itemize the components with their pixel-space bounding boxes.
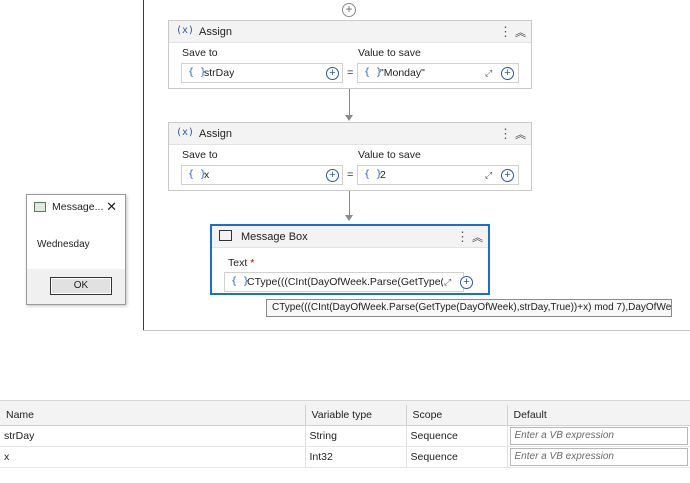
more-options-icon[interactable]: ⋮ [456,229,469,245]
dialog-title: Message... [52,201,104,213]
text-label: Text * [228,257,254,269]
expand-editor-icon[interactable]: ⤢ [485,68,492,79]
plus-circle-icon[interactable]: + [326,67,339,80]
default-expression-input[interactable]: Enter a VB expression [509,426,688,445]
variable-type-cell[interactable]: Int32 [305,446,407,468]
save-to-field[interactable]: { } strDay [181,63,343,83]
variable-type-cell[interactable]: String [305,425,407,447]
dialog-message: Wednesday [37,239,90,250]
activity-title: Assign [199,26,233,38]
default-expression-input[interactable]: Enter a VB expression [509,447,688,466]
connector-line [349,89,350,115]
variable-icon: (x) [176,127,195,138]
save-to-value: strDay [204,67,235,79]
more-options-icon[interactable]: ⋮ [499,24,512,40]
table-row[interactable]: strDay String Sequence Enter a VB expres… [0,425,690,447]
connector-line [349,191,350,215]
value-to-save-field[interactable]: { } "Monday" [357,63,519,83]
sequence-bottom-border [143,330,690,331]
expand-editor-icon[interactable]: ⤢ [485,170,492,181]
window-icon [34,202,46,212]
variable-scope-cell[interactable]: Sequence [406,425,508,447]
save-to-label: Save to [182,149,218,161]
assign-activity-header[interactable]: (x) Assign ⋮ ︽ [169,123,531,145]
ok-button[interactable]: OK [50,277,112,295]
dialog-body: Wednesday [27,219,125,269]
variables-table: Name Variable type Scope Default strDay … [0,405,690,468]
variable-default-cell[interactable]: Enter a VB expression [507,446,690,468]
value-to-save-value: 2 [380,169,386,181]
collapse-icon[interactable]: ︽ [515,126,526,142]
save-to-field[interactable]: { } x [181,165,343,185]
arrow-down-icon [345,115,353,121]
text-label-caption: Text [228,257,248,269]
variables-panel: Name Variable type Scope Default strDay … [0,400,690,483]
expression-tooltip: CType(((CInt(DayOfWeek.Parse(GetType(Day… [266,299,672,317]
variable-scope-cell[interactable]: Sequence [406,446,508,468]
activity-title: Assign [199,128,233,140]
message-box-activity[interactable]: Message Box ⋮ ︽ Text * { } CType(((CInt(… [210,224,490,295]
value-to-save-label: Value to save [358,149,421,161]
value-to-save-value: "Monday" [380,67,425,79]
message-box-icon [219,230,232,241]
value-to-save-field[interactable]: { } 2 [357,165,519,185]
expand-editor-icon[interactable]: ⤢ [444,277,451,288]
plus-circle-icon[interactable]: + [460,276,473,289]
column-header-type[interactable]: Variable type [305,405,407,426]
collapse-icon[interactable]: ︽ [515,24,526,40]
variable-icon: (x) [176,25,195,36]
collapse-icon[interactable]: ︽ [472,229,483,245]
variable-name-cell[interactable]: x [0,446,306,468]
workflow-canvas: + (x) Assign ⋮ ︽ Save to Value to save {… [0,0,690,400]
equals-sign: = [347,169,354,181]
text-field[interactable]: { } CType(((CInt(DayOfWeek.Parse(GetType… [224,272,464,292]
save-to-value: x [204,169,210,181]
table-header-row: Name Variable type Scope Default [0,405,690,426]
message-box-header[interactable]: Message Box ⋮ ︽ [212,226,488,248]
column-header-scope[interactable]: Scope [406,405,508,426]
value-to-save-label: Value to save [358,47,421,59]
table-row[interactable]: x Int32 Sequence Enter a VB expression [0,446,690,468]
plus-circle-icon[interactable]: + [501,67,514,80]
column-header-default[interactable]: Default [507,405,690,426]
plus-circle-icon[interactable]: + [342,3,356,17]
column-header-name[interactable]: Name [0,405,306,426]
assign-activity-header[interactable]: (x) Assign ⋮ ︽ [169,21,531,43]
equals-sign: = [347,67,354,79]
variable-name-cell[interactable]: strDay [0,425,306,447]
plus-circle-icon[interactable]: + [501,169,514,182]
plus-circle-icon[interactable]: + [326,169,339,182]
assign-activity-1[interactable]: (x) Assign ⋮ ︽ Save to Value to save { }… [168,20,532,89]
activity-title: Message Box [241,231,308,243]
sequence-left-border [143,0,144,330]
more-options-icon[interactable]: ⋮ [499,126,512,142]
message-dialog[interactable]: Message... ✕ Wednesday OK [26,194,126,305]
dialog-title-bar[interactable]: Message... ✕ [27,195,125,219]
close-icon[interactable]: ✕ [106,199,117,215]
save-to-label: Save to [182,47,218,59]
required-mark: * [250,257,255,269]
assign-activity-2[interactable]: (x) Assign ⋮ ︽ Save to Value to save { }… [168,122,532,191]
arrow-down-icon [345,215,353,221]
text-value: CType(((CInt(DayOfWeek.Parse(GetType(Day… [247,276,443,288]
variable-default-cell[interactable]: Enter a VB expression [507,425,690,447]
